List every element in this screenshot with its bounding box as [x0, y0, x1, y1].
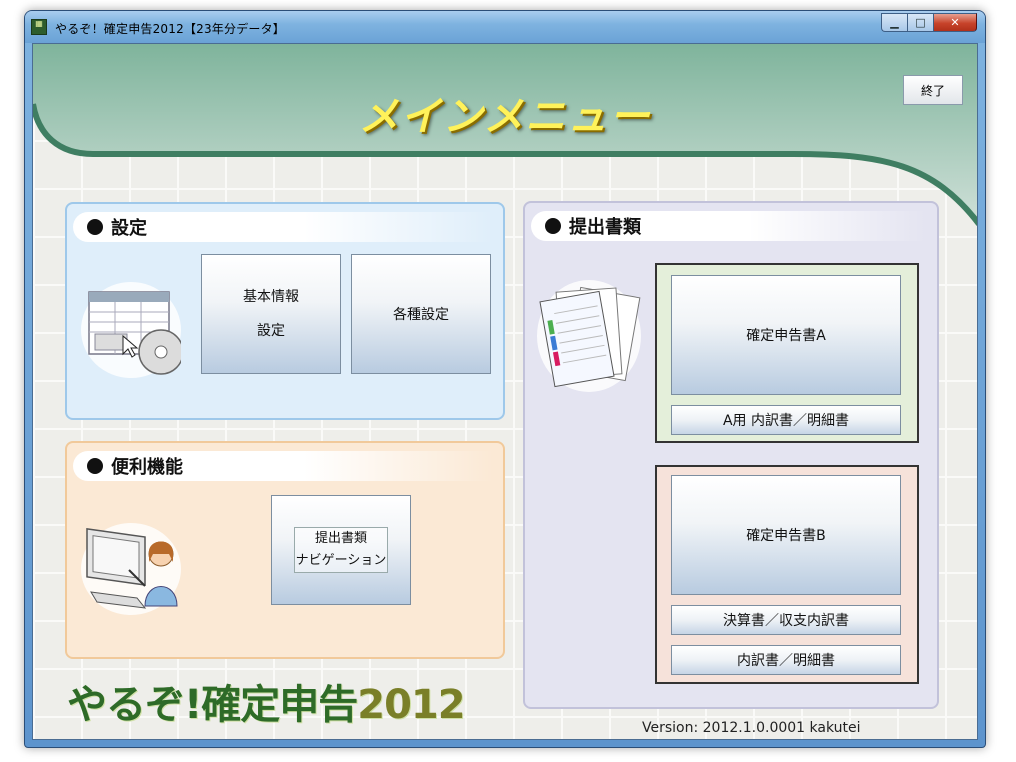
tools-heading: 便利機能	[73, 451, 493, 481]
basic-info-settings-button[interactable]: 基本情報 設定	[201, 254, 341, 374]
title-bar[interactable]: ▦ やるぞ！確定申告2012【23年分データ】 ▁ □ ✕	[25, 11, 985, 43]
page-title: メインメニュー	[358, 94, 652, 140]
version-label: Version: 2012.1.0.0001 kakutei	[642, 720, 861, 736]
documents-heading: 提出書類	[531, 211, 927, 241]
window-title: やるぞ！確定申告2012【23年分データ】	[55, 22, 286, 36]
window-controls: ▁ □ ✕	[881, 13, 977, 33]
app-window: ▦ やるぞ！確定申告2012【23年分データ】 ▁ □ ✕ メインメニュー 終了	[24, 10, 986, 748]
financial-statements-button[interactable]: 決算書／収支内訳書	[671, 605, 901, 635]
help-person-illustration-icon	[81, 523, 181, 615]
exit-button[interactable]: 終了	[903, 75, 963, 105]
return-a-button[interactable]: 確定申告書A	[671, 275, 901, 395]
documents-illustration-icon	[537, 280, 641, 392]
close-button[interactable]: ✕	[933, 13, 977, 32]
various-settings-button[interactable]: 各種設定	[351, 254, 491, 374]
app-icon[interactable]: ▦	[31, 19, 47, 35]
settings-heading: 設定	[73, 212, 493, 242]
return-b-button[interactable]: 確定申告書B	[671, 475, 901, 595]
document-navigation-button[interactable]: 提出書類 ナビゲーション	[271, 495, 411, 605]
settings-illustration-icon	[81, 282, 181, 378]
bullet-icon	[87, 219, 103, 235]
return-b-details-button[interactable]: 内訳書／明細書	[671, 645, 901, 675]
minimize-button[interactable]: ▁	[881, 13, 907, 32]
app-logo: やるぞ!確定申告2012	[67, 682, 466, 728]
return-a-details-button[interactable]: A用 内訳書／明細書	[671, 405, 901, 435]
maximize-button[interactable]: □	[907, 13, 933, 32]
bullet-icon	[87, 458, 103, 474]
main-menu-screen: メインメニュー 終了 設定 基本情報 設定 各種設定 便利機能 提出書類 ナビゲ…	[32, 43, 978, 740]
bullet-icon	[545, 218, 561, 234]
